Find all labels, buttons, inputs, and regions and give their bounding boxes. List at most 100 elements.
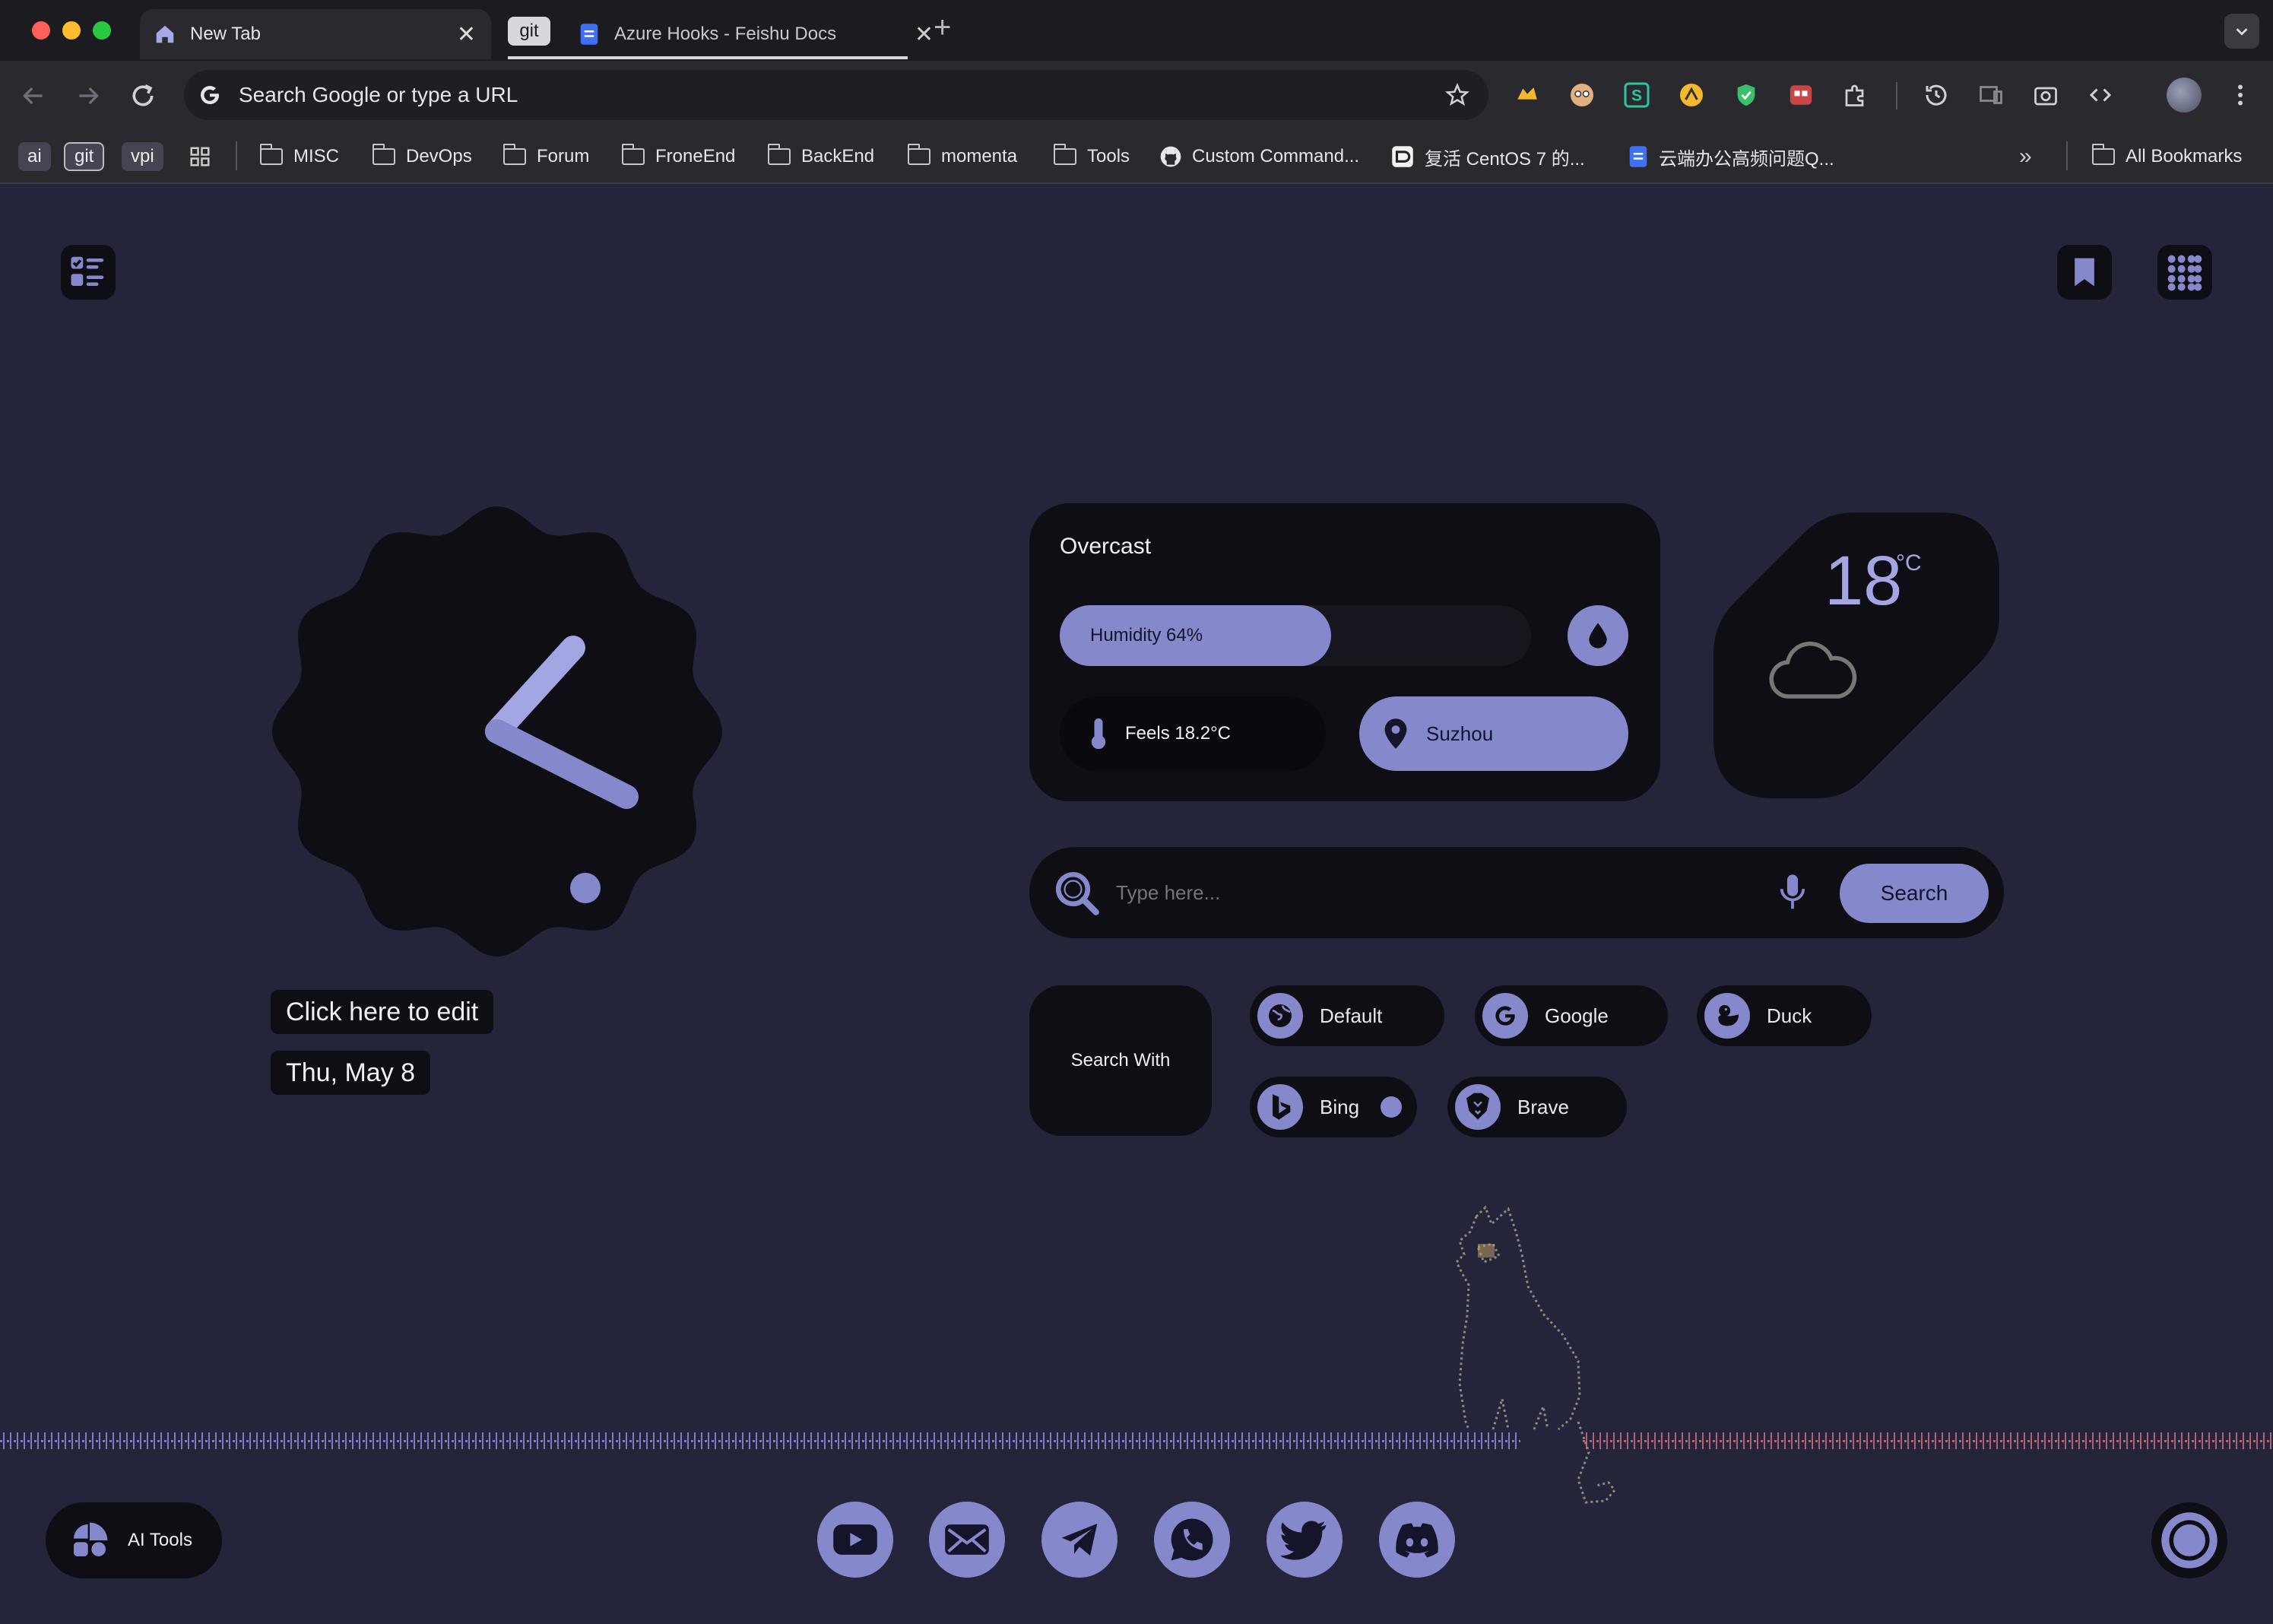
- bookmark-custom-command[interactable]: Custom Command...: [1159, 137, 1359, 176]
- engine-duck[interactable]: Duck: [1697, 985, 1872, 1046]
- youtube-button[interactable]: [817, 1502, 893, 1578]
- bookmark-tools[interactable]: Tools: [1053, 137, 1130, 176]
- folder-icon: [1053, 144, 1076, 165]
- whatsapp-icon: [1167, 1515, 1217, 1565]
- bookmark-froneend[interactable]: FroneEnd: [621, 137, 735, 176]
- folder-icon: [2091, 144, 2115, 165]
- devices-icon[interactable]: [1969, 73, 2013, 117]
- history-icon[interactable]: [1914, 73, 1958, 117]
- more-bookmarks-icon[interactable]: »: [2019, 137, 2032, 176]
- extension-red-icon[interactable]: [1779, 73, 1823, 117]
- bookmark-cloud-office[interactable]: 云端办公高频问题Q...: [1628, 137, 1834, 176]
- discord-icon: [1393, 1521, 1441, 1559]
- apps-button[interactable]: [2157, 245, 2212, 300]
- bookmark-backend[interactable]: BackEnd: [767, 137, 874, 176]
- google-icon: [196, 81, 223, 109]
- bookmarks-bar: [0, 129, 2273, 184]
- location-pill[interactable]: Suzhou: [1359, 696, 1628, 771]
- ai-tools-icon: [68, 1519, 111, 1562]
- brave-icon: [1455, 1084, 1501, 1130]
- screenshot-icon[interactable]: [2024, 73, 2068, 117]
- tab-azure-hooks[interactable]: Azure Hooks - Feishu Docs ✕: [563, 9, 934, 59]
- target-circle-icon: [2157, 1508, 2221, 1572]
- tab-label: New Tab: [190, 24, 261, 44]
- analog-clock[interactable]: [269, 503, 725, 959]
- code-icon[interactable]: [2078, 73, 2122, 117]
- twitter-button[interactable]: [1266, 1502, 1343, 1578]
- duck-icon: [1704, 993, 1750, 1039]
- thermometer-icon: [1087, 717, 1110, 750]
- extension-tampermonkey-icon[interactable]: [1669, 73, 1713, 117]
- reload-button[interactable]: [128, 81, 158, 111]
- bookmarks-button[interactable]: [2057, 245, 2112, 300]
- bookmark-devops[interactable]: DevOps: [372, 137, 472, 176]
- temperature-unit: °C: [1896, 550, 1922, 576]
- tab-new-tab[interactable]: New Tab ✕: [140, 9, 491, 59]
- ai-tools-button[interactable]: AI Tools: [46, 1502, 222, 1578]
- divider: [2066, 141, 2068, 170]
- stitch-line-right: [1583, 1432, 2273, 1449]
- clock-second-dot: [570, 873, 601, 903]
- tab-search-button[interactable]: [2224, 14, 2259, 49]
- maximize-window-button[interactable]: [93, 21, 111, 40]
- whatsapp-button[interactable]: [1154, 1502, 1230, 1578]
- close-tab-icon[interactable]: ✕: [457, 21, 476, 48]
- apps-grid-icon[interactable]: [189, 137, 211, 176]
- location-pin-icon: [1382, 717, 1409, 750]
- telegram-button[interactable]: [1041, 1502, 1117, 1578]
- svg-text:S: S: [1631, 87, 1642, 105]
- extension-shield-icon[interactable]: [1724, 73, 1768, 117]
- cat-ascii-art: [1429, 1201, 1627, 1524]
- focus-mode-button[interactable]: [2151, 1502, 2227, 1578]
- extension-face-icon[interactable]: [1560, 73, 1604, 117]
- clock-edit-label[interactable]: Click here to edit: [271, 990, 494, 1034]
- search-button[interactable]: Search: [1840, 864, 1989, 923]
- minimize-window-button[interactable]: [62, 21, 81, 40]
- new-tab-button[interactable]: +: [934, 11, 951, 45]
- forward-button[interactable]: [73, 81, 103, 111]
- extension-fox-icon[interactable]: [1505, 73, 1549, 117]
- all-bookmarks[interactable]: All Bookmarks: [2091, 137, 2242, 176]
- extension-s-icon[interactable]: S: [1615, 73, 1659, 117]
- doc-icon: [1628, 145, 1648, 168]
- engine-google[interactable]: Google: [1475, 985, 1668, 1046]
- bookmark-favicon-icon: [1391, 145, 1414, 168]
- bookmark-chip-vpi[interactable]: vpi: [122, 137, 163, 176]
- engine-default[interactable]: Default: [1250, 985, 1444, 1046]
- search-icon: [1052, 868, 1102, 922]
- close-tab-icon[interactable]: ✕: [915, 21, 934, 48]
- search-input[interactable]: [1116, 870, 1739, 915]
- cloud-icon: [1767, 636, 1858, 708]
- twitter-icon: [1281, 1519, 1328, 1560]
- bookmark-misc[interactable]: MISC: [259, 137, 339, 176]
- selected-indicator-dot: [1381, 1096, 1402, 1118]
- discord-button[interactable]: [1379, 1502, 1455, 1578]
- avatar[interactable]: [2167, 78, 2202, 113]
- bookmark-momenta[interactable]: momenta: [907, 137, 1017, 176]
- google-icon: [1482, 993, 1528, 1039]
- folder-icon: [621, 144, 645, 165]
- weather-condition: Overcast: [1060, 534, 1152, 559]
- mail-button[interactable]: [929, 1502, 1005, 1578]
- engine-bing[interactable]: Bing: [1250, 1077, 1417, 1137]
- engine-brave[interactable]: Brave: [1447, 1077, 1627, 1137]
- kebab-menu-icon[interactable]: [2218, 73, 2262, 117]
- tab-group-git[interactable]: git: [508, 17, 550, 46]
- omnibox[interactable]: Search Google or type a URL: [184, 70, 1488, 120]
- doc-icon: [579, 23, 599, 46]
- bookmark-centos[interactable]: 复活 CentOS 7 的...: [1391, 137, 1585, 176]
- back-button[interactable]: [18, 81, 49, 111]
- temperature-value: 18: [1824, 542, 1903, 620]
- microphone-icon[interactable]: [1777, 873, 1808, 916]
- puzzle-icon[interactable]: [1834, 73, 1878, 117]
- star-icon[interactable]: [1444, 82, 1470, 108]
- bookmark-chip-ai[interactable]: ai: [18, 137, 51, 176]
- search-with-label: Search With: [1029, 985, 1212, 1136]
- close-window-button[interactable]: [32, 21, 50, 40]
- home-icon: [154, 23, 176, 46]
- tab-label: Azure Hooks - Feishu Docs: [614, 24, 837, 44]
- bookmark-forum[interactable]: Forum: [502, 137, 589, 176]
- date-label: Thu, May 8: [271, 1051, 431, 1095]
- todo-list-button[interactable]: [61, 245, 116, 300]
- bookmark-chip-git[interactable]: git: [64, 137, 105, 176]
